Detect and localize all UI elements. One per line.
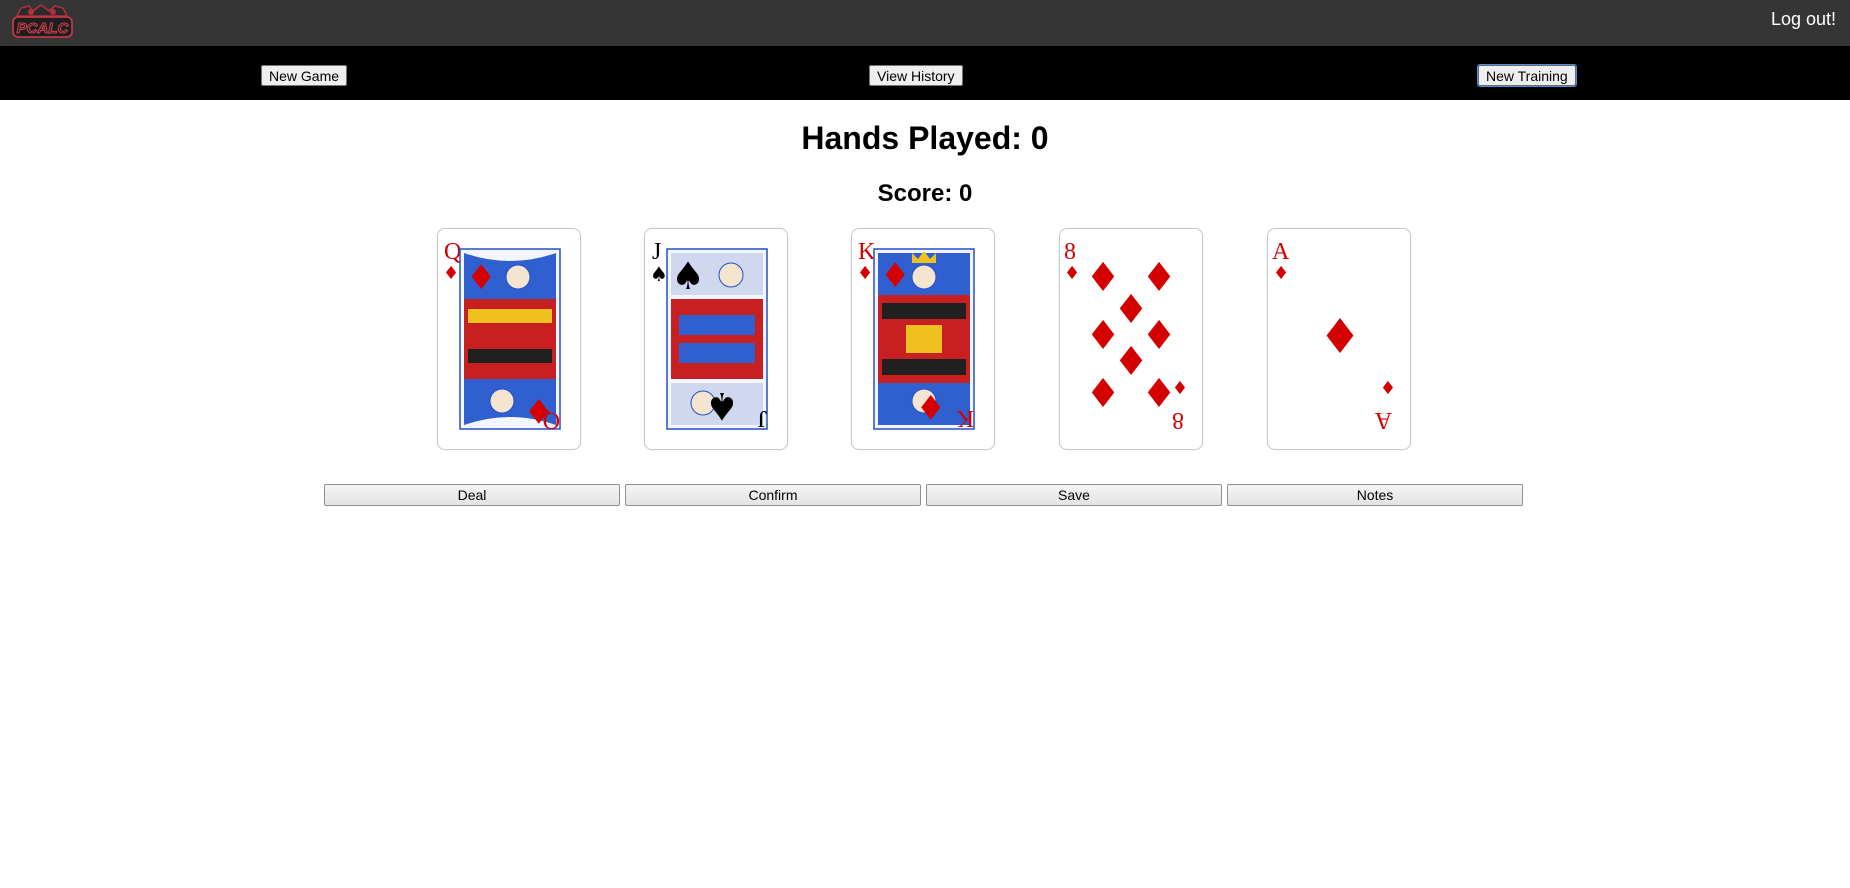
card-ace-of-diamonds[interactable]: A ♦ ♦ ♦ A [1267, 228, 1411, 450]
diamond-icon: ♦ [1064, 263, 1080, 284]
diamond-icon: ♦ [1318, 309, 1361, 365]
spade-icon: ♠ [650, 262, 668, 286]
pcalc-logo[interactable]: PCALC [11, 2, 74, 42]
top-bar: PCALC Log out! [0, 0, 1850, 46]
logout-link[interactable]: Log out! [1771, 9, 1836, 30]
card-rank: A [1272, 239, 1290, 265]
diamond-icon: ♦ [857, 263, 873, 284]
card-rank: Q [444, 239, 461, 265]
confirm-button[interactable]: Confirm [625, 484, 921, 506]
card-rank: 8 [1064, 239, 1076, 265]
diamond-icon: ♦ [1172, 376, 1188, 397]
new-training-button[interactable]: New Training [1477, 64, 1577, 87]
diamond-icon: ♦ [1085, 371, 1121, 417]
hands-played-heading: Hands Played: 0 [801, 120, 1049, 156]
card-jack-of-spades[interactable]: J ♠ ♠ ♠ J [644, 228, 788, 450]
card-queen-of-diamonds[interactable]: Q ♦ ♦ ♦ Q [437, 228, 581, 450]
spade-icon: ♠ [671, 254, 705, 298]
diamond-icon: ♦ [1273, 263, 1289, 284]
nav-bar: New Game View History New Training [0, 46, 1850, 100]
view-history-button[interactable]: View History [869, 65, 963, 86]
card-rank: 8 [1172, 407, 1184, 433]
notes-button[interactable]: Notes [1227, 484, 1523, 506]
card-king-of-diamonds[interactable]: K ♦ ♦ ♦ K [851, 228, 995, 450]
deal-button[interactable]: Deal [324, 484, 620, 506]
card-eight-of-diamonds[interactable]: 8 ♦ ♦ ♦ ♦ ♦ ♦ ♦ ♦ ♦ ♦ 8 [1059, 228, 1203, 450]
card-rank: J [758, 405, 767, 431]
new-game-button[interactable]: New Game [261, 65, 348, 86]
card-rank: K [956, 405, 974, 431]
diamond-icon: ♦ [1141, 371, 1177, 417]
logo-text: PCALC [17, 20, 70, 37]
diamond-icon: ♦ [916, 386, 946, 426]
spade-icon: ♠ [705, 384, 739, 428]
diamond-icon: ♦ [880, 256, 910, 296]
card-rank: Q [543, 407, 560, 433]
diamond-icon: ♦ [466, 258, 496, 298]
score-heading: Score: 0 [877, 180, 973, 207]
card-rank: A [1374, 407, 1392, 433]
diamond-icon: ♦ [1380, 376, 1396, 397]
diamond-icon: ♦ [443, 263, 459, 284]
save-button[interactable]: Save [926, 484, 1222, 506]
